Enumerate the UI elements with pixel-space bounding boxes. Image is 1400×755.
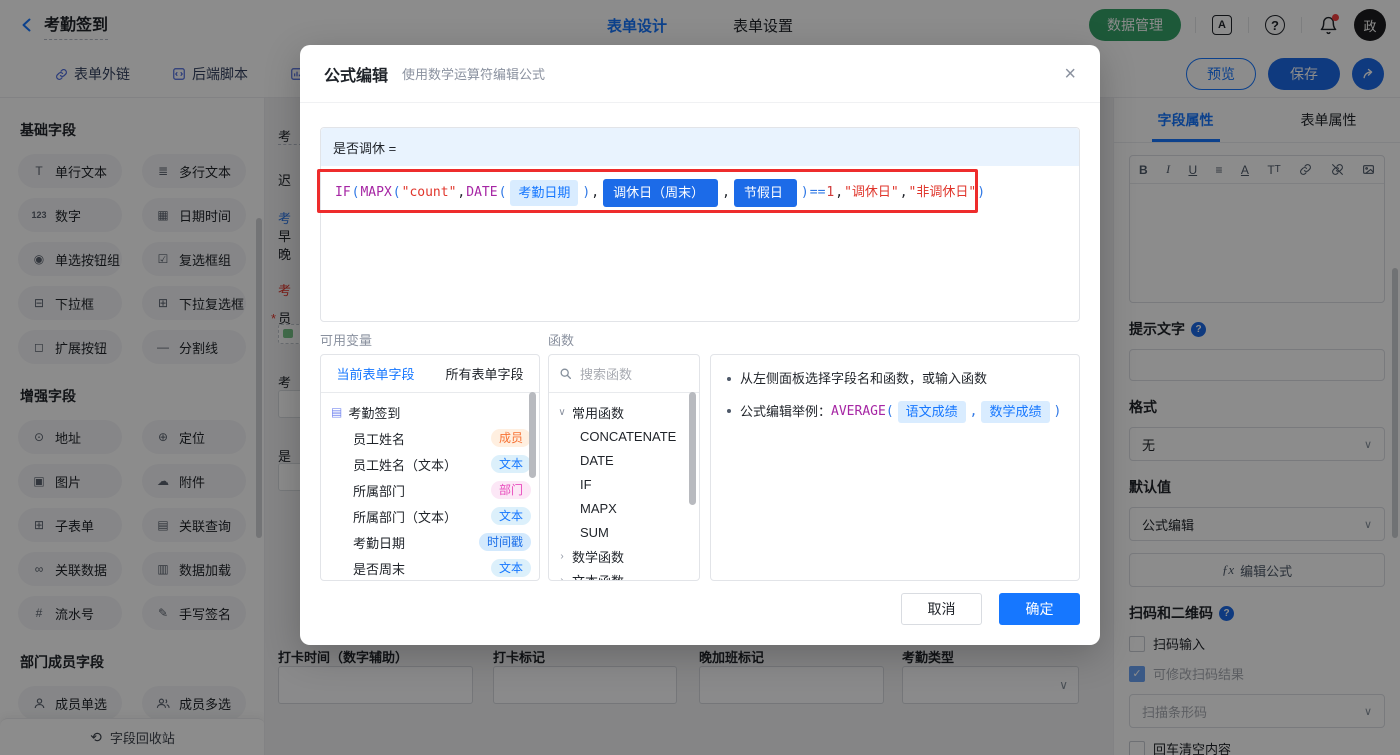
formula-edit-modal: 公式编辑 使用数学运算符编辑公式 × 是否调休 = IF(MAPX("count… [300, 45, 1100, 645]
function-group[interactable]: ∨ 常用函数 [557, 400, 693, 424]
variable-item[interactable]: 所属部门 部门 [331, 477, 531, 503]
formula-field-chip[interactable]: 节假日 [733, 179, 797, 207]
functions-label: 函数 [548, 333, 575, 348]
tab-current-form-fields[interactable]: 当前表单字段 [336, 364, 414, 383]
type-badge: 部门 [490, 481, 531, 499]
help-panel: 从左侧面板选择字段名和函数，或输入函数 公式编辑举例： AVERAGE(语文成绩,… [710, 354, 1080, 581]
formula-token: ) [582, 185, 591, 200]
formula-token: , [835, 185, 844, 200]
formula-token: "非调休日" [908, 185, 977, 200]
formula-token: , [457, 185, 466, 200]
function-item[interactable]: MAPX [557, 496, 693, 520]
chevron-down-icon: ∨ [558, 406, 566, 418]
function-group[interactable]: › 文本函数 [557, 568, 693, 581]
variables-scrollbar[interactable] [529, 392, 536, 478]
formula-token: 1 [826, 185, 835, 200]
type-badge: 文本 [490, 455, 531, 473]
formula-expression[interactable]: IF(MAPX("count", DATE(考勤日期), 调休日（周末）, 节假日) =… [335, 179, 1065, 207]
variables-panel: 当前表单字段 所有表单字段 ▤ 考勤签到 员工姓名 成员 员工姓名（文本） 文本 所属部门 部门… [320, 354, 540, 581]
formula-editor: 是否调休 = IF(MAPX("count", DATE(考勤日期), 调休日（周末… [317, 127, 1080, 322]
app-root: 考勤签到 表单设计表单设置 数据管理 A ? 政 表单外链后端脚本数据权 预览 … [0, 0, 1400, 755]
example-field-chip: 语文成绩 [897, 401, 966, 423]
confirm-button[interactable]: 确定 [999, 593, 1080, 625]
formula-result-label: 是否调休 = [321, 128, 1079, 166]
search-placeholder: 搜索函数 [580, 367, 633, 382]
functions-scrollbar[interactable] [689, 392, 696, 505]
formula-token: ) [800, 185, 809, 200]
tab-all-form-fields[interactable]: 所有表单字段 [445, 364, 523, 383]
formula-token: , [899, 185, 908, 200]
formula-token: MAPX [360, 185, 392, 200]
variable-item[interactable]: 考勤日期 时间戳 [331, 529, 531, 555]
type-badge: 时间戳 [478, 533, 531, 551]
function-item[interactable]: CONCATENATE [557, 424, 693, 448]
chevron-right-icon: › [560, 550, 564, 562]
formula-token: ) [977, 185, 986, 200]
formula-token: IF [335, 185, 351, 200]
formula-token: DATE [466, 185, 498, 200]
document-icon: ▤ [331, 405, 343, 419]
function-item[interactable]: IF [557, 472, 693, 496]
variable-item[interactable]: 员工姓名 成员 [331, 425, 531, 451]
formula-field-chip[interactable]: 考勤日期 [510, 180, 579, 206]
formula-token: , [591, 185, 600, 200]
formula-token: ( [498, 185, 507, 200]
function-group[interactable]: › 数学函数 [557, 544, 693, 568]
function-item[interactable]: DATE [557, 448, 693, 472]
function-item[interactable]: SUM [557, 520, 693, 544]
type-badge: 成员 [490, 429, 531, 447]
help-tip: 从左侧面板选择字段名和函数，或输入函数 [727, 369, 1063, 389]
type-badge: 文本 [490, 559, 531, 577]
formula-token: , [722, 185, 730, 200]
modal-subtitle: 使用数学运算符编辑公式 [402, 67, 546, 82]
function-search-input[interactable]: 搜索函数 [549, 355, 699, 393]
search-icon [559, 367, 572, 380]
variable-root-node[interactable]: ▤ 考勤签到 [331, 399, 531, 425]
cancel-button[interactable]: 取消 [901, 593, 982, 625]
help-example: 公式编辑举例： AVERAGE(语文成绩, 数学成绩) [727, 401, 1063, 423]
type-badge: 文本 [490, 507, 531, 525]
variable-item[interactable]: 是否周末 文本 [331, 555, 531, 580]
modal-title: 公式编辑 [324, 67, 389, 85]
modal-footer: 取消 确定 [901, 593, 1080, 625]
chevron-right-icon: › [560, 574, 564, 581]
formula-token: "调休日" [844, 185, 899, 200]
variable-item[interactable]: 所属部门（文本） 文本 [331, 503, 531, 529]
formula-token: ( [351, 185, 360, 200]
close-icon[interactable]: × [1064, 64, 1076, 84]
variable-item[interactable]: 员工姓名（文本） 文本 [331, 451, 531, 477]
formula-token: == [809, 185, 826, 200]
functions-panel: 搜索函数 ∨ 常用函数 CONCATENATE DATE IF MAPX SUM › 数学函数 ›… [548, 354, 700, 581]
example-field-chip: 数学成绩 [981, 401, 1050, 423]
variables-label: 可用变量 [320, 333, 373, 348]
modal-header: 公式编辑 使用数学运算符编辑公式 × [300, 45, 1100, 103]
formula-token: ( [392, 185, 401, 200]
formula-token: "count" [401, 185, 457, 200]
formula-field-chip[interactable]: 调休日（周末） [603, 179, 719, 207]
formula-input-area[interactable]: IF(MAPX("count", DATE(考勤日期), 调休日（周末）, 节假日) =… [321, 166, 1079, 321]
